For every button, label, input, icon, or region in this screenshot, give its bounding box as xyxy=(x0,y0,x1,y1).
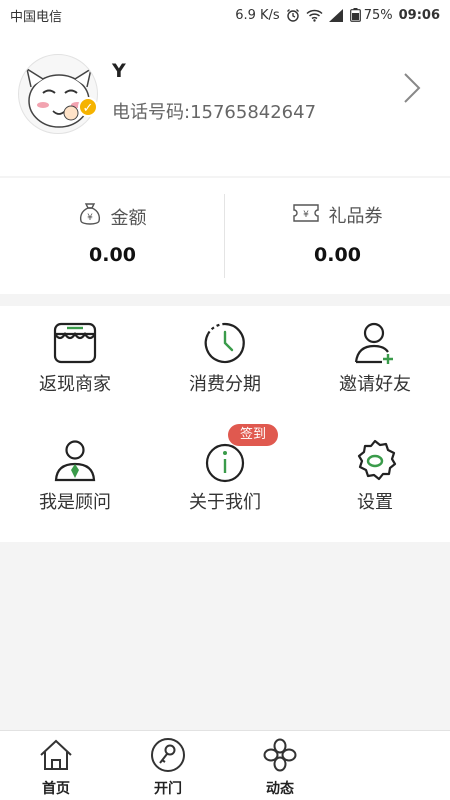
clover-icon xyxy=(262,737,298,773)
verified-badge-icon: ✓ xyxy=(78,97,98,117)
menu-label: 消费分期 xyxy=(189,374,261,395)
chevron-right-icon[interactable] xyxy=(400,70,424,110)
feature-grid: 返现商家 消费分期 邀请好友 我是顾问 关于我们 签到 设置 xyxy=(0,306,450,542)
tab-open-door[interactable]: 开门 xyxy=(112,731,224,800)
signal-icon xyxy=(328,8,344,22)
menu-label: 我是顾问 xyxy=(39,492,111,513)
store-icon xyxy=(50,320,100,366)
bottom-tab-bar: 首页 开门 动态 xyxy=(0,730,450,800)
amount-card[interactable]: ¥ 金额 0.00 xyxy=(0,178,225,294)
voucher-label: 礼品券 xyxy=(328,206,383,227)
wifi-icon xyxy=(306,9,323,22)
user-name: Y xyxy=(112,60,126,82)
tab-label: 动态 xyxy=(266,781,294,797)
clock-time: 09:06 xyxy=(398,7,440,23)
voucher-icon: ¥ xyxy=(292,203,319,228)
wallet-summary: ¥ 金额 0.00 ¥ 礼品券 0.00 xyxy=(0,178,450,294)
voucher-card[interactable]: ¥ 礼品券 0.00 xyxy=(225,178,450,294)
battery-percent: 75% xyxy=(363,7,393,23)
avatar[interactable] xyxy=(18,54,98,134)
tab-label: 首页 xyxy=(42,781,70,797)
status-bar: 中国电信 6.9 K/s 75% 09:06 xyxy=(0,0,450,30)
menu-label: 返现商家 xyxy=(39,374,111,395)
amount-label: 金额 xyxy=(110,207,147,229)
menu-item-settings[interactable]: 设置 xyxy=(300,424,450,542)
clock-icon xyxy=(200,320,250,366)
key-icon xyxy=(150,737,186,773)
menu-label: 关于我们 xyxy=(189,492,261,513)
menu-item-cashback-merchants[interactable]: 返现商家 xyxy=(0,306,150,424)
menu-label: 邀请好友 xyxy=(339,374,411,395)
network-speed: 6.9 K/s xyxy=(235,7,280,23)
consultant-icon xyxy=(50,438,100,484)
tab-home[interactable]: 首页 xyxy=(0,731,112,800)
add-user-icon xyxy=(350,320,400,366)
tab-label: 开门 xyxy=(154,781,182,797)
svg-text:¥: ¥ xyxy=(303,210,309,220)
check-in-badge[interactable]: 签到 xyxy=(228,424,279,446)
carrier-label: 中国电信 xyxy=(10,9,63,25)
alarm-icon xyxy=(286,8,300,22)
profile-header[interactable]: ✓ Y 电话号码:15765842647 xyxy=(0,30,450,176)
user-phone: 电话号码:15765842647 xyxy=(112,102,317,123)
menu-item-installments[interactable]: 消费分期 xyxy=(150,306,300,424)
menu-item-invite-friends[interactable]: 邀请好友 xyxy=(300,306,450,424)
menu-item-consultant[interactable]: 我是顾问 xyxy=(0,424,150,542)
battery-icon xyxy=(349,8,361,22)
menu-label: 设置 xyxy=(357,492,393,513)
home-icon xyxy=(38,737,74,773)
menu-item-about-us[interactable]: 关于我们 签到 xyxy=(150,424,300,542)
avatar-image xyxy=(25,67,93,128)
voucher-value: 0.00 xyxy=(314,244,361,266)
tab-feed[interactable]: 动态 xyxy=(224,731,336,800)
money-bag-icon: ¥ xyxy=(79,202,101,231)
amount-value: 0.00 xyxy=(89,244,136,266)
gear-icon xyxy=(350,438,400,484)
svg-text:¥: ¥ xyxy=(87,213,93,223)
